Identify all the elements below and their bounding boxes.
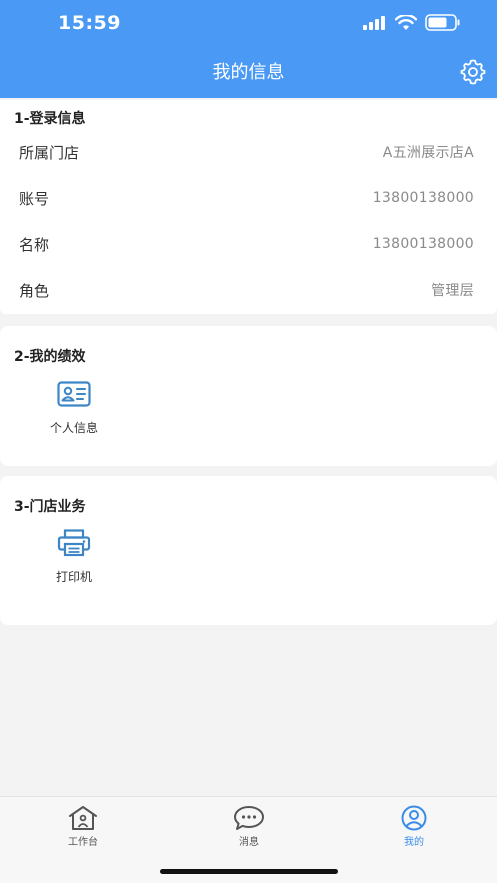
message-icon [234,806,264,830]
info-label: 所属门店 [19,143,80,162]
section-title-login: 1-登录信息 [14,111,86,127]
info-label: 名称 [19,235,50,254]
info-value: 管理层 [431,283,474,299]
info-value: 13800138000 [372,236,474,252]
tab-label: 消息 [239,837,259,848]
performance-card: 2-我的绩效 个人信息 [0,326,497,466]
section-title-performance: 2-我的绩效 [14,349,86,365]
personal-info-button[interactable]: 个人信息 [34,379,114,436]
user-icon [401,805,427,831]
login-info-card: 1-登录信息 所属门店 A五洲展示店A 账号 13800138000 名称 13… [0,100,497,314]
info-value: A五洲展示店A [382,145,474,161]
grid-item-label: 打印机 [55,570,92,584]
page-title: 我的信息 [212,62,285,83]
tab-messages[interactable]: 消息 [209,805,289,848]
signal-icon [363,15,385,30]
info-row-account: 账号 13800138000 [0,175,497,221]
status-icons [363,14,461,31]
info-row-name: 名称 13800138000 [0,221,497,267]
printer-button[interactable]: 打印机 [34,528,114,585]
tab-mine[interactable]: 我的 [374,805,454,848]
battery-icon [425,14,460,31]
settings-button[interactable] [459,58,487,86]
tab-workbench[interactable]: 工作台 [43,805,123,848]
info-row-role: 角色 管理层 [0,267,497,313]
wifi-icon [395,14,417,30]
info-row-store: 所属门店 A五洲展示店A [0,129,497,175]
top-bar: 15:59 我的信息 [0,0,497,98]
home-indicator [160,869,338,874]
section-title-store: 3-门店业务 [14,499,86,515]
grid-item-label: 个人信息 [49,421,98,435]
store-business-card: 3-门店业务 打印机 [0,476,497,625]
home-icon [69,806,97,830]
status-time: 15:59 [58,12,121,34]
tab-label: 工作台 [68,837,98,848]
tab-label: 我的 [404,837,424,848]
gear-icon [460,59,486,85]
printer-icon [56,528,92,558]
status-bar: 15:59 [0,0,497,48]
info-label: 角色 [19,281,50,300]
id-card-icon [56,379,92,409]
info-value: 13800138000 [372,190,474,206]
info-label: 账号 [19,189,50,208]
